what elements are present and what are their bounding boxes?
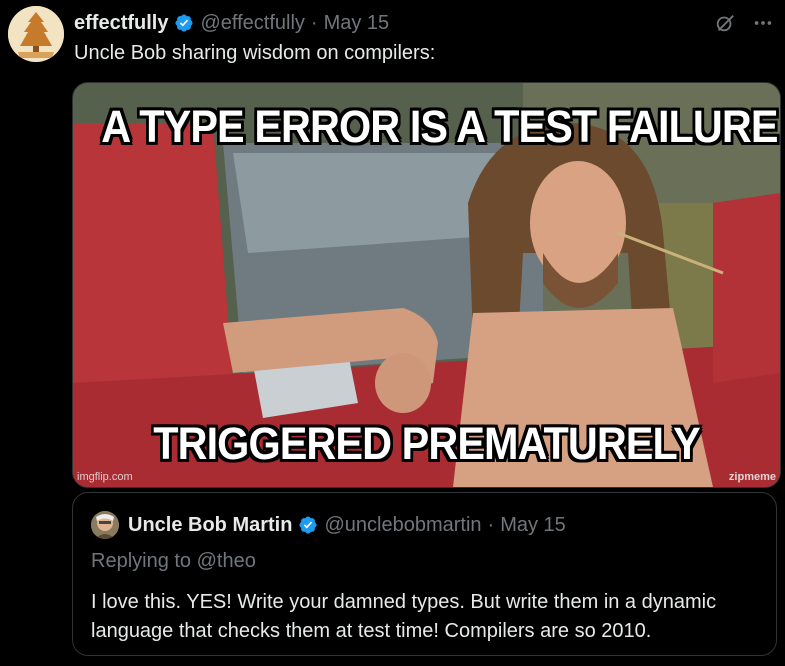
grok-icon[interactable]	[713, 11, 737, 35]
avatar-icon	[91, 511, 119, 539]
meme-top-caption: A TYPE ERROR IS A TEST FAILURE	[101, 101, 778, 152]
avatar-icon	[8, 6, 64, 62]
header-separator: ·	[310, 12, 318, 34]
quote-avatar[interactable]	[91, 511, 119, 539]
quote-author-handle[interactable]: @unclebobmartin	[324, 514, 481, 537]
verified-badge-icon	[174, 13, 194, 33]
quote-separator: ·	[487, 513, 495, 536]
quote-date[interactable]: May 15	[500, 514, 566, 537]
watermark-left: imgflip.com	[77, 471, 133, 483]
quote-text: I love this. YES! Write your damned type…	[91, 591, 717, 642]
quote-header: Uncle Bob Martin @unclebobmartin · May 1…	[91, 511, 566, 539]
tweet-date[interactable]: May 15	[324, 13, 390, 33]
tweet-text: Uncle Bob sharing wisdom on compilers:	[74, 42, 436, 64]
verified-badge-icon	[298, 515, 318, 535]
author-avatar[interactable]	[8, 6, 64, 62]
tweet-media[interactable]: A TYPE ERROR IS A TEST FAILURE TRIGGERED…	[72, 82, 781, 488]
quoted-tweet[interactable]: Uncle Bob Martin @unclebobmartin · May 1…	[72, 492, 777, 656]
replying-to[interactable]: Replying to @theo	[91, 550, 256, 573]
tweet-header: effectfully @effectfully · May 15	[74, 10, 775, 36]
author-handle[interactable]: @effectfully	[200, 13, 304, 33]
more-icon[interactable]	[751, 11, 775, 35]
watermark-right: zipmeme	[728, 471, 776, 483]
header-actions	[713, 10, 775, 36]
quote-author-name[interactable]: Uncle Bob Martin	[128, 514, 292, 537]
author-name[interactable]: effectfully	[74, 13, 168, 33]
meme-bottom-caption: TRIGGERED PREMATURELY	[153, 418, 700, 469]
